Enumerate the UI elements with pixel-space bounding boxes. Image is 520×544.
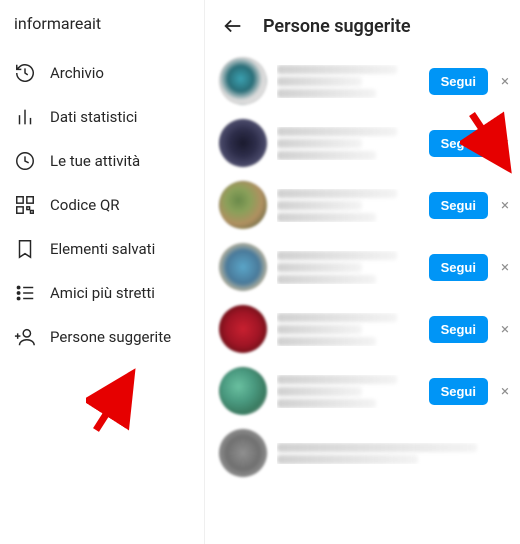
suggestion-row: Segui × (217, 236, 514, 298)
add-person-icon (14, 326, 36, 348)
menu-item-saved[interactable]: Elementi salvati (14, 227, 204, 271)
menu-item-close-friends[interactable]: Amici più stretti (14, 271, 204, 315)
username: informareait (14, 14, 204, 33)
avatar[interactable] (219, 243, 267, 291)
dismiss-icon[interactable]: × (498, 74, 512, 89)
history-icon (14, 62, 36, 84)
menu-label: Amici più stretti (50, 284, 155, 302)
suggestion-row: Segui × (217, 112, 514, 174)
menu-label: Archivio (50, 64, 104, 82)
user-info[interactable] (277, 251, 419, 284)
avatar[interactable] (219, 429, 267, 477)
bar-chart-icon (14, 106, 36, 128)
avatar[interactable] (219, 119, 267, 167)
suggested-panel: Persone suggerite Segui × Segui × Segui (205, 0, 520, 544)
dismiss-icon[interactable]: × (498, 260, 512, 275)
user-info[interactable] (277, 127, 419, 160)
qr-code-icon (14, 194, 36, 216)
menu-label: Le tue attività (50, 152, 140, 170)
follow-button[interactable]: Segui (429, 130, 488, 157)
suggestion-row: Segui × (217, 50, 514, 112)
dismiss-icon[interactable]: × (498, 384, 512, 399)
user-info[interactable] (277, 189, 419, 222)
avatar[interactable] (219, 305, 267, 353)
follow-button[interactable]: Segui (429, 68, 488, 95)
follow-button[interactable]: Segui (429, 316, 488, 343)
menu-item-insights[interactable]: Dati statistici (14, 95, 204, 139)
avatar[interactable] (219, 181, 267, 229)
avatar[interactable] (219, 367, 267, 415)
menu-label: Persone suggerite (50, 328, 171, 346)
page-title: Persone suggerite (263, 16, 411, 37)
user-info[interactable] (277, 65, 419, 98)
user-info[interactable] (277, 313, 419, 346)
clock-icon (14, 150, 36, 172)
menu-label: Dati statistici (50, 108, 137, 126)
user-info[interactable] (277, 443, 512, 464)
sidebar: informareait Archivio Dati statistici Le… (0, 0, 205, 544)
menu-item-qr[interactable]: Codice QR (14, 183, 204, 227)
back-icon[interactable] (221, 14, 245, 38)
dismiss-icon[interactable]: × (498, 136, 512, 151)
suggestion-row (217, 422, 514, 484)
suggestion-row: Segui × (217, 298, 514, 360)
menu-item-archive[interactable]: Archivio (14, 51, 204, 95)
menu-label: Codice QR (50, 196, 120, 214)
follow-button[interactable]: Segui (429, 378, 488, 405)
menu-item-activity[interactable]: Le tue attività (14, 139, 204, 183)
bookmark-icon (14, 238, 36, 260)
suggestion-row: Segui × (217, 360, 514, 422)
avatar[interactable] (219, 57, 267, 105)
user-info[interactable] (277, 375, 419, 408)
menu-label: Elementi salvati (50, 240, 155, 258)
dismiss-icon[interactable]: × (498, 322, 512, 337)
suggestion-row: Segui × (217, 174, 514, 236)
list-icon (14, 282, 36, 304)
dismiss-icon[interactable]: × (498, 198, 512, 213)
menu-item-suggested-people[interactable]: Persone suggerite (14, 315, 204, 359)
suggestions-list: Segui × Segui × Segui × Segui × (217, 50, 514, 544)
follow-button[interactable]: Segui (429, 254, 488, 281)
panel-header: Persone suggerite (217, 10, 514, 50)
follow-button[interactable]: Segui (429, 192, 488, 219)
